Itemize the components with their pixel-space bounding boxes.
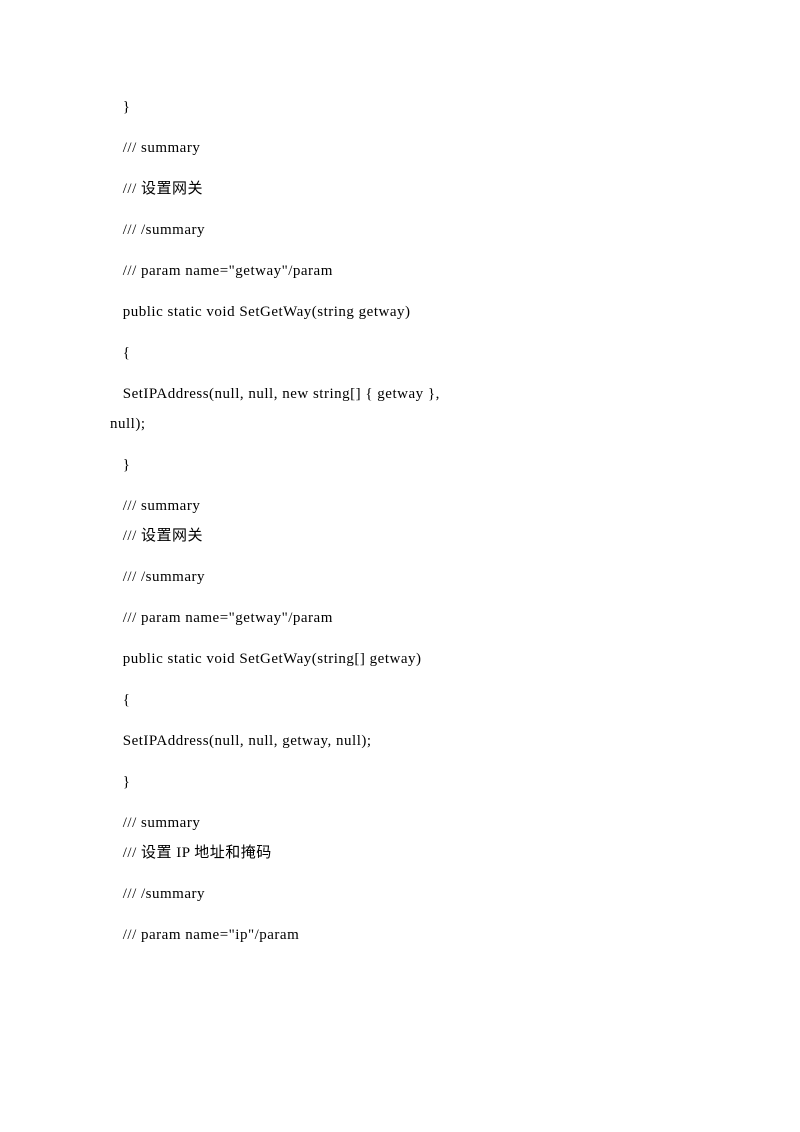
code-line: } [110,458,710,473]
code-block: } /// summary /// 设置网关 /// /summary /// … [110,100,710,943]
code-line: /// summary [110,499,710,514]
code-line: } [110,100,710,115]
code-line: public static void SetGetWay(string getw… [110,305,710,320]
code-line: /// /summary [110,887,710,902]
code-line: { [110,346,710,361]
code-line: public static void SetGetWay(string[] ge… [110,652,710,667]
code-line: null); [110,417,710,432]
code-line: { [110,693,710,708]
code-line: /// /summary [110,223,710,238]
code-line: /// 设置 IP 地址和掩码 [110,846,710,861]
code-line: SetIPAddress(null, null, new string[] { … [110,387,710,402]
code-line: SetIPAddress(null, null, getway, null); [110,734,710,749]
code-line: /// summary [110,816,710,831]
code-line: /// param name="ip"/param [110,928,710,943]
code-line: } [110,775,710,790]
code-line: /// /summary [110,570,710,585]
code-line: /// 设置网关 [110,182,710,197]
code-line: /// param name="getway"/param [110,611,710,626]
code-line: /// param name="getway"/param [110,264,710,279]
code-line: /// 设置网关 [110,529,710,544]
code-line: /// summary [110,141,710,156]
